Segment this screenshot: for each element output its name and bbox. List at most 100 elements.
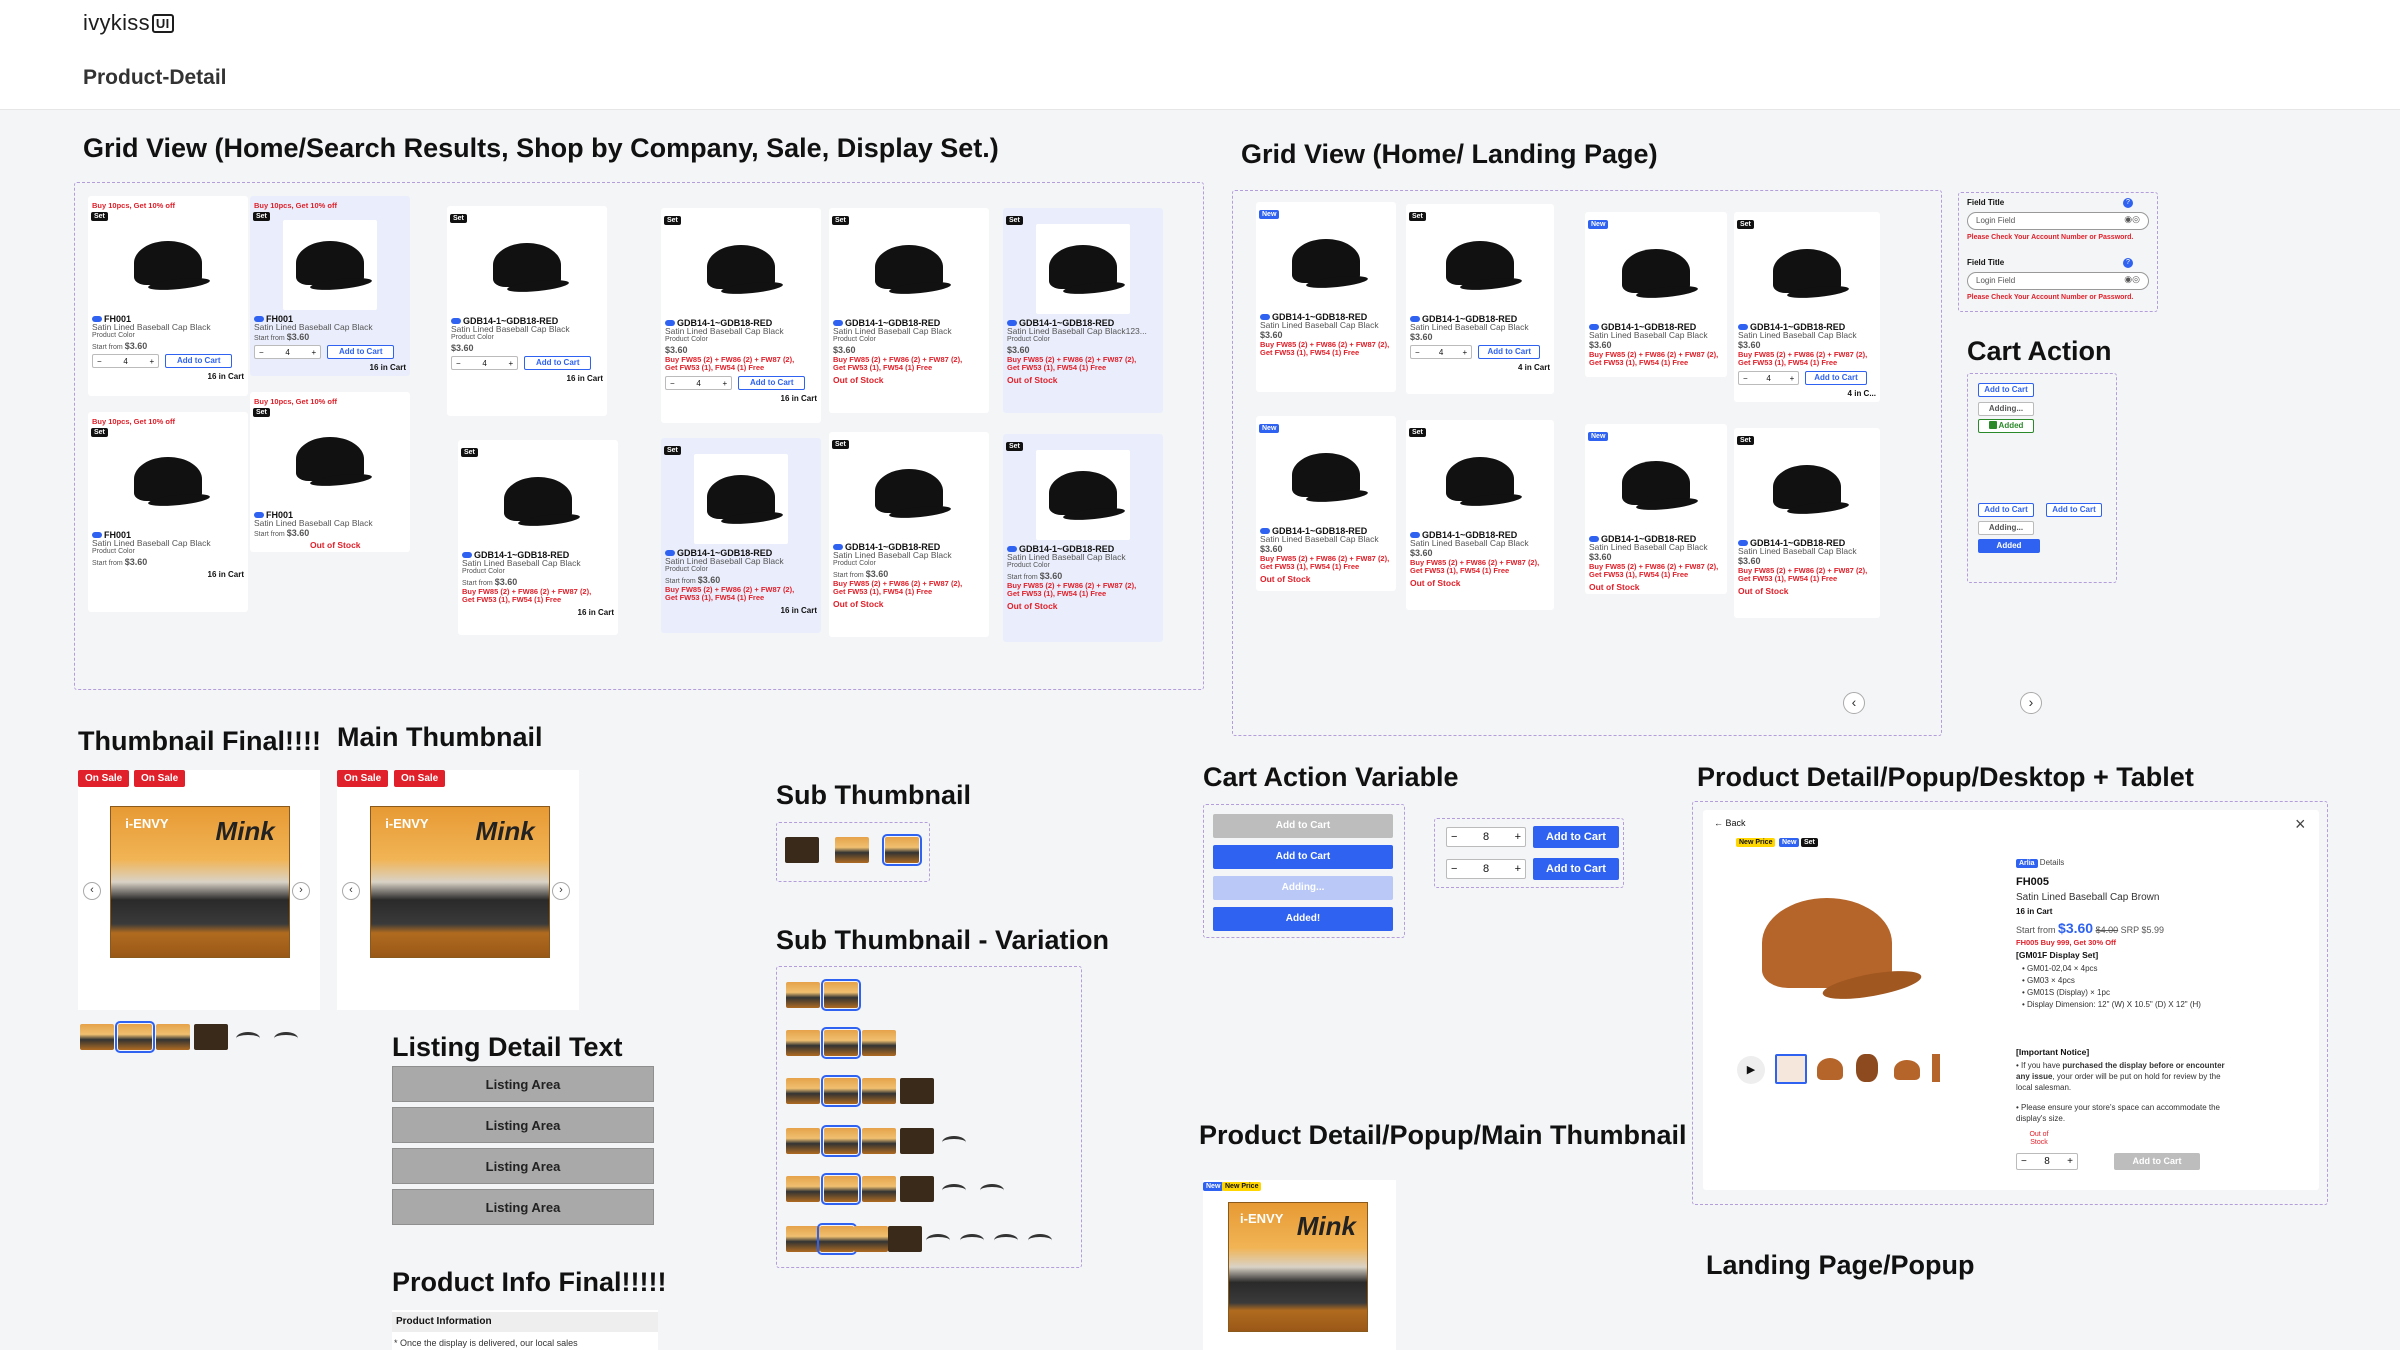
product-card[interactable]: Set GDB14-1~GDB18-RED Satin Lined Baseball… — [1003, 208, 1163, 413]
detail-sub-thumbnail[interactable] — [1932, 1054, 1940, 1082]
carousel-prev-arrow[interactable]: ‹ — [1843, 692, 1865, 714]
product-card[interactable]: Set GDB14-1~GDB18-RED Satin Lined Baseball… — [1734, 428, 1880, 618]
adding-button[interactable]: Adding... — [1978, 402, 2034, 416]
add-to-cart-button[interactable]: Add to Cart — [2046, 503, 2102, 517]
plus-icon[interactable]: + — [723, 379, 728, 388]
quantity-stepper[interactable]: − 4 + — [1410, 345, 1473, 359]
sub-thumbnail[interactable] — [990, 1226, 1024, 1252]
minus-icon[interactable]: − — [670, 379, 675, 388]
sub-thumbnail[interactable] — [232, 1024, 266, 1050]
plus-icon[interactable]: + — [1462, 348, 1467, 357]
sub-thumbnail[interactable] — [956, 1226, 990, 1252]
sub-thumbnail[interactable] — [835, 837, 869, 863]
plus-icon[interactable]: + — [312, 348, 317, 357]
add-to-cart-button[interactable]: Add to Cart — [738, 376, 806, 390]
sub-thumbnail[interactable] — [156, 1024, 190, 1050]
minus-icon[interactable]: − — [2021, 1156, 2027, 1167]
added-button[interactable]: Added — [1978, 419, 2034, 433]
sub-thumbnail[interactable] — [786, 1226, 820, 1252]
minus-icon[interactable]: − — [1451, 863, 1457, 875]
add-to-cart-button[interactable]: Add to Cart — [165, 354, 233, 368]
add-to-cart-button[interactable]: Add to Cart — [1978, 383, 2034, 397]
sub-thumbnail[interactable] — [900, 1128, 934, 1154]
sub-thumbnail[interactable] — [854, 1226, 888, 1252]
sub-thumbnail-selected[interactable] — [115, 1021, 155, 1053]
plus-icon[interactable]: + — [150, 357, 155, 366]
add-to-cart-disabled-button[interactable]: Add to Cart — [2114, 1153, 2200, 1170]
plus-icon[interactable]: + — [1515, 831, 1521, 843]
carousel-next-arrow[interactable]: › — [2020, 692, 2042, 714]
thumb-prev-arrow[interactable]: ‹ — [83, 882, 101, 900]
add-to-cart-button[interactable]: Add to Cart — [1533, 858, 1619, 880]
added-button[interactable]: Added — [1978, 539, 2040, 553]
detail-sub-thumbnail[interactable] — [1856, 1054, 1878, 1082]
sub-thumbnail[interactable] — [862, 1030, 896, 1056]
product-card[interactable]: Buy 10pcs, Get 10% off Set FH001 Satin Line… — [250, 392, 410, 552]
product-card[interactable]: Set GDB14-1~GDB18-RED Satin Lined Baseball… — [1734, 212, 1880, 402]
product-card[interactable]: Set GDB14-1~GDB18-RED Satin Lined Baseball… — [458, 440, 618, 635]
add-to-cart-button[interactable]: Add to Cart — [1533, 826, 1619, 848]
add-to-cart-button[interactable]: Add to Cart — [1978, 503, 2034, 517]
login-input[interactable]: Login Field ◉◎ — [1967, 272, 2149, 290]
thumb-next-arrow[interactable]: › — [552, 882, 570, 900]
detail-sub-thumbnail[interactable] — [1817, 1058, 1843, 1080]
product-card[interactable]: Set GDB14-1~GDB18-RED Satin Lined Baseball… — [661, 208, 821, 423]
add-to-cart-disabled-button[interactable]: Add to Cart — [1213, 814, 1393, 838]
listing-area[interactable]: Listing Area — [392, 1148, 654, 1184]
plus-icon[interactable]: + — [1790, 374, 1795, 383]
sub-thumbnail-selected[interactable] — [821, 1027, 861, 1059]
sub-thumbnail-selected[interactable] — [817, 1223, 857, 1255]
plus-icon[interactable]: + — [1515, 863, 1521, 875]
plus-icon[interactable]: + — [509, 359, 514, 368]
quantity-stepper[interactable]: − 4 + — [92, 354, 160, 368]
sub-thumbnail[interactable] — [862, 1176, 896, 1202]
product-card[interactable]: Buy 10pcs, Get 10% off Set FH001 Satin Line… — [88, 412, 248, 612]
add-to-cart-button[interactable]: Add to Cart — [327, 345, 395, 359]
sub-thumbnail-selected[interactable] — [821, 1173, 861, 1205]
sub-thumbnail-selected[interactable] — [882, 834, 922, 866]
thumb-prev-arrow[interactable]: ‹ — [342, 882, 360, 900]
add-to-cart-button[interactable]: Add to Cart — [1805, 371, 1867, 385]
add-to-cart-button[interactable]: Add to Cart — [524, 356, 592, 370]
sub-thumbnail[interactable] — [900, 1176, 934, 1202]
minus-icon[interactable]: − — [1743, 374, 1748, 383]
sub-thumbnail[interactable] — [786, 1176, 820, 1202]
close-icon[interactable]: × — [2295, 814, 2306, 835]
product-card[interactable]: Buy 10pcs, Get 10% off Set FH001 Satin Line… — [250, 196, 410, 376]
thumb-next-arrow[interactable]: › — [292, 882, 310, 900]
logo[interactable]: ivykiss UI — [83, 10, 174, 36]
minus-icon[interactable]: − — [259, 348, 264, 357]
sub-thumbnail[interactable] — [938, 1176, 972, 1202]
adding-button[interactable]: Adding... — [1213, 876, 1393, 900]
eye-icon[interactable]: ◉◎ — [2124, 214, 2140, 225]
back-button[interactable]: ← Back — [1714, 818, 1746, 828]
detail-sub-thumbnail[interactable] — [1894, 1060, 1920, 1080]
product-card[interactable]: New GDB14-1~GDB18-RED Satin Lined Baseball… — [1585, 212, 1727, 377]
help-icon[interactable]: ? — [2123, 258, 2133, 268]
sub-thumbnail[interactable] — [888, 1226, 922, 1252]
added-button[interactable]: Added! — [1213, 907, 1393, 931]
details-link[interactable]: Details — [2040, 858, 2064, 867]
listing-area[interactable]: Listing Area — [392, 1189, 654, 1225]
sub-thumbnail[interactable] — [786, 982, 820, 1008]
video-play-icon[interactable]: ▶ — [1737, 1056, 1765, 1084]
sub-thumbnail-video[interactable] — [785, 837, 819, 863]
sub-thumbnail[interactable] — [862, 1078, 896, 1104]
add-to-cart-button[interactable]: Add to Cart — [1213, 845, 1393, 869]
sub-thumbnail[interactable] — [922, 1226, 956, 1252]
product-card[interactable]: New GDB14-1~GDB18-RED Satin Lined Baseball… — [1256, 202, 1396, 392]
sub-thumbnail[interactable] — [938, 1128, 972, 1154]
sub-thumbnail[interactable] — [976, 1176, 1010, 1202]
quantity-stepper[interactable]: − 4 + — [665, 376, 733, 390]
sub-thumbnail-selected[interactable] — [821, 1075, 861, 1107]
product-card[interactable]: Set GDB14-1~GDB18-RED Satin Lined Baseball… — [829, 208, 989, 413]
sub-thumbnail[interactable] — [862, 1128, 896, 1154]
sub-thumbnail[interactable] — [786, 1030, 820, 1056]
product-card[interactable]: New GDB14-1~GDB18-RED Satin Lined Baseball… — [1256, 416, 1396, 591]
sub-thumbnail[interactable] — [80, 1024, 114, 1050]
quantity-stepper[interactable]: − 4 + — [254, 345, 322, 359]
listing-area[interactable]: Listing Area — [392, 1107, 654, 1143]
minus-icon[interactable]: − — [1415, 348, 1420, 357]
sub-thumbnail[interactable] — [900, 1078, 934, 1104]
sub-thumbnail[interactable] — [786, 1128, 820, 1154]
